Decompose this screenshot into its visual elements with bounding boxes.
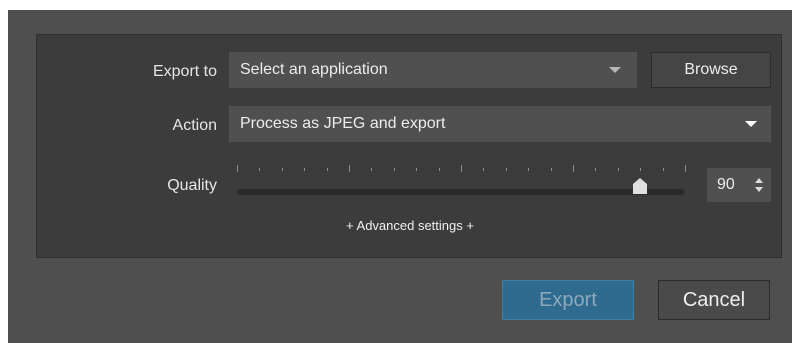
export-dialog: Export to Select an application Browse A…: [8, 10, 792, 343]
slider-tick: [349, 165, 350, 172]
slider-tick: [483, 168, 485, 171]
slider-tick: [393, 168, 395, 171]
slider-tick: [326, 168, 328, 171]
cancel-button[interactable]: Cancel: [658, 280, 770, 320]
slider-tick: [438, 168, 440, 171]
slider-tick: [573, 165, 574, 172]
slider-thumb[interactable]: [633, 178, 648, 194]
action-dropdown[interactable]: Process as JPEG and export: [229, 106, 771, 142]
chevron-down-icon: [609, 67, 621, 73]
slider-tick: [371, 168, 373, 171]
quality-label: Quality: [167, 177, 217, 194]
slider-tick: [550, 168, 552, 171]
chevron-down-icon: [745, 121, 757, 127]
quality-slider[interactable]: [237, 165, 686, 199]
export-button[interactable]: Export: [502, 280, 634, 320]
slider-tick: [259, 168, 261, 171]
slider-tick: [281, 168, 283, 171]
slider-tick: [461, 165, 462, 172]
advanced-settings-link[interactable]: + Advanced settings +: [37, 218, 783, 233]
export-settings-panel: Export to Select an application Browse A…: [36, 34, 782, 258]
slider-tick: [416, 168, 418, 171]
slider-tick: [617, 168, 619, 171]
increment-arrow-icon[interactable]: [755, 178, 763, 183]
slider-tick: [685, 165, 686, 172]
browse-button[interactable]: Browse: [651, 52, 771, 88]
slider-tick: [304, 168, 306, 171]
export-to-label: Export to: [152, 63, 217, 80]
slider-tick: [528, 168, 530, 171]
slider-tick: [640, 168, 642, 171]
slider-track[interactable]: [237, 189, 685, 195]
quality-value[interactable]: 90: [717, 176, 735, 194]
slider-tick: [237, 165, 238, 172]
slider-tick: [662, 168, 664, 171]
action-value: Process as JPEG and export: [240, 115, 446, 132]
export-to-dropdown[interactable]: Select an application: [229, 52, 637, 88]
slider-tick: [595, 168, 597, 171]
slider-tick: [505, 168, 507, 171]
quality-stepper[interactable]: 90: [707, 168, 771, 202]
export-to-value: Select an application: [240, 61, 388, 78]
decrement-arrow-icon[interactable]: [755, 187, 763, 192]
action-label: Action: [172, 117, 217, 134]
